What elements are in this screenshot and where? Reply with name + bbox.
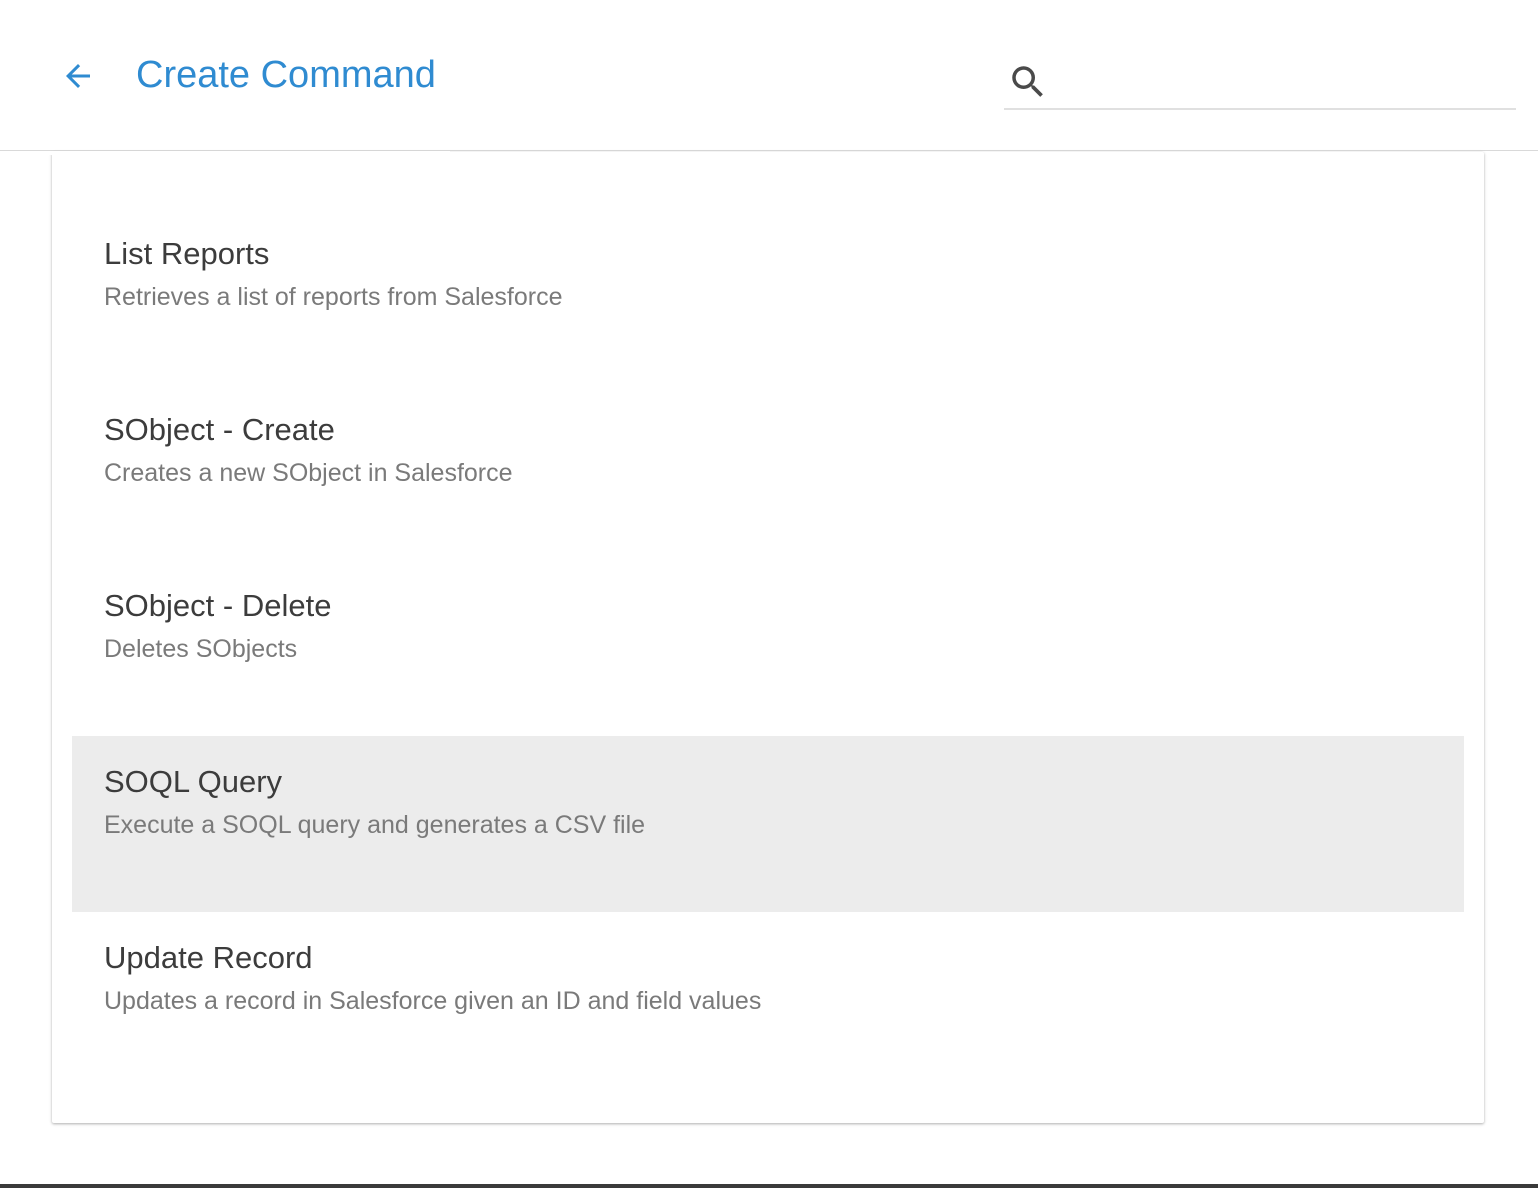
command-item-sobject-delete[interactable]: SObject - Delete Deletes SObjects: [72, 560, 1464, 736]
command-name: Update Record: [104, 940, 313, 975]
command-description: Retrieves a list of reports from Salesfo…: [104, 283, 563, 311]
back-button[interactable]: [56, 56, 100, 100]
search-field[interactable]: [1004, 56, 1516, 110]
command-item-list-reports[interactable]: List Reports Retrieves a list of reports…: [72, 208, 1464, 384]
command-list: List Reports Retrieves a list of reports…: [72, 208, 1464, 1088]
command-description: Execute a SOQL query and generates a CSV…: [104, 811, 646, 839]
search-input[interactable]: [1060, 62, 1514, 104]
command-name: List Reports: [104, 236, 270, 271]
command-list-card: List Reports Retrieves a list of reports…: [52, 152, 1484, 1123]
command-description: Creates a new SObject in Salesforce: [104, 459, 513, 487]
command-item-update-record[interactable]: Update Record Updates a record in Salesf…: [72, 912, 1464, 1088]
search-icon: [1006, 60, 1050, 104]
command-description: Updates a record in Salesforce given an …: [104, 987, 762, 1015]
command-name: SOQL Query: [104, 764, 283, 799]
header-bar: Create Command: [0, 0, 1538, 151]
arrow-left-icon: [60, 58, 96, 99]
header-tab-mask: [0, 151, 450, 155]
command-item-soql-query[interactable]: SOQL Query Execute a SOQL query and gene…: [72, 736, 1464, 912]
command-item-sobject-create[interactable]: SObject - Create Creates a new SObject i…: [72, 384, 1464, 560]
command-name: SObject - Create: [104, 412, 335, 447]
window-bottom-edge: [0, 1184, 1538, 1188]
command-description: Deletes SObjects: [104, 635, 298, 663]
command-name: SObject - Delete: [104, 588, 332, 623]
page-title: Create Command: [136, 54, 436, 96]
